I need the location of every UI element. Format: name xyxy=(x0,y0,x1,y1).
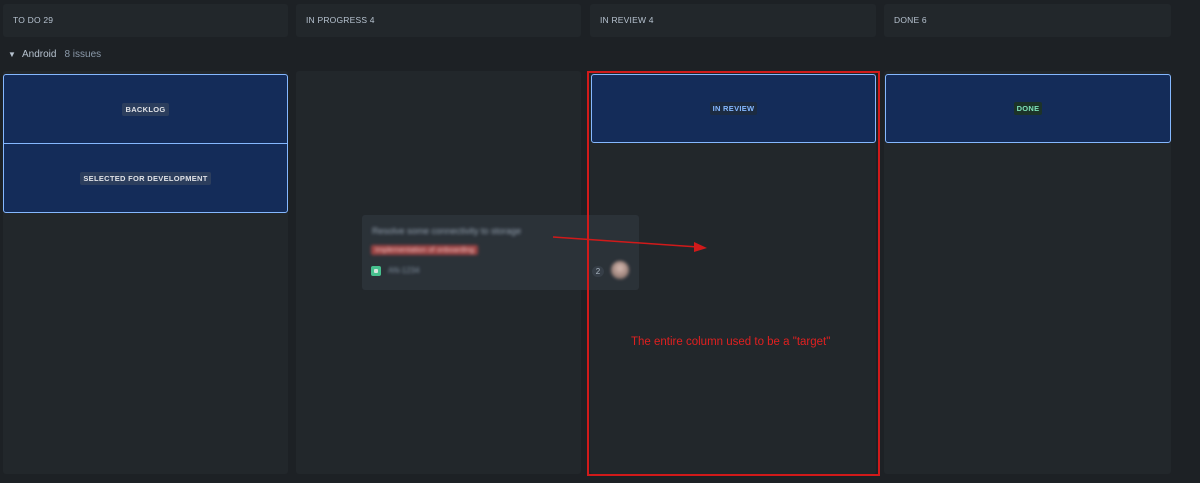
chevron-down-icon[interactable]: ▼ xyxy=(8,50,16,59)
drop-zone-backlog[interactable]: BACKLOG xyxy=(3,74,288,144)
column-title-in-progress: IN PROGRESS 4 xyxy=(306,15,375,25)
status-lozenge-selected-for-development: SELECTED FOR DEVELOPMENT xyxy=(80,171,211,185)
card-issue-key: AN-1234 xyxy=(388,266,420,275)
column-header-done[interactable]: DONE 6 xyxy=(884,4,1171,37)
swimlane-name: Android xyxy=(22,48,57,60)
drop-zone-selected-for-development[interactable]: SELECTED FOR DEVELOPMENT xyxy=(3,143,288,213)
card-epic-label: Implementation of onboarding xyxy=(371,245,479,255)
drop-zone-done[interactable]: DONE xyxy=(885,74,1171,143)
story-icon xyxy=(371,266,381,276)
annotation-text: The entire column used to be a "target" xyxy=(631,336,831,348)
column-title-todo: TO DO 29 xyxy=(13,15,54,25)
column-header-in-review[interactable]: IN REVIEW 4 xyxy=(590,4,876,37)
status-lozenge-done: DONE xyxy=(1013,102,1043,115)
annotation-highlight-box xyxy=(587,71,880,476)
swimlane-issue-count: 8 issues xyxy=(64,48,102,60)
column-header-todo[interactable]: TO DO 29 xyxy=(3,4,288,37)
swimlane-header-android[interactable]: ▼ Android 8 issues xyxy=(8,46,101,62)
column-title-done: DONE 6 xyxy=(894,15,927,25)
status-lozenge-backlog: BACKLOG xyxy=(122,102,169,116)
column-title-in-review: IN REVIEW 4 xyxy=(600,15,654,25)
card-summary: Resolve some connectivity to storage xyxy=(372,226,522,236)
column-header-in-progress[interactable]: IN PROGRESS 4 xyxy=(296,4,581,37)
